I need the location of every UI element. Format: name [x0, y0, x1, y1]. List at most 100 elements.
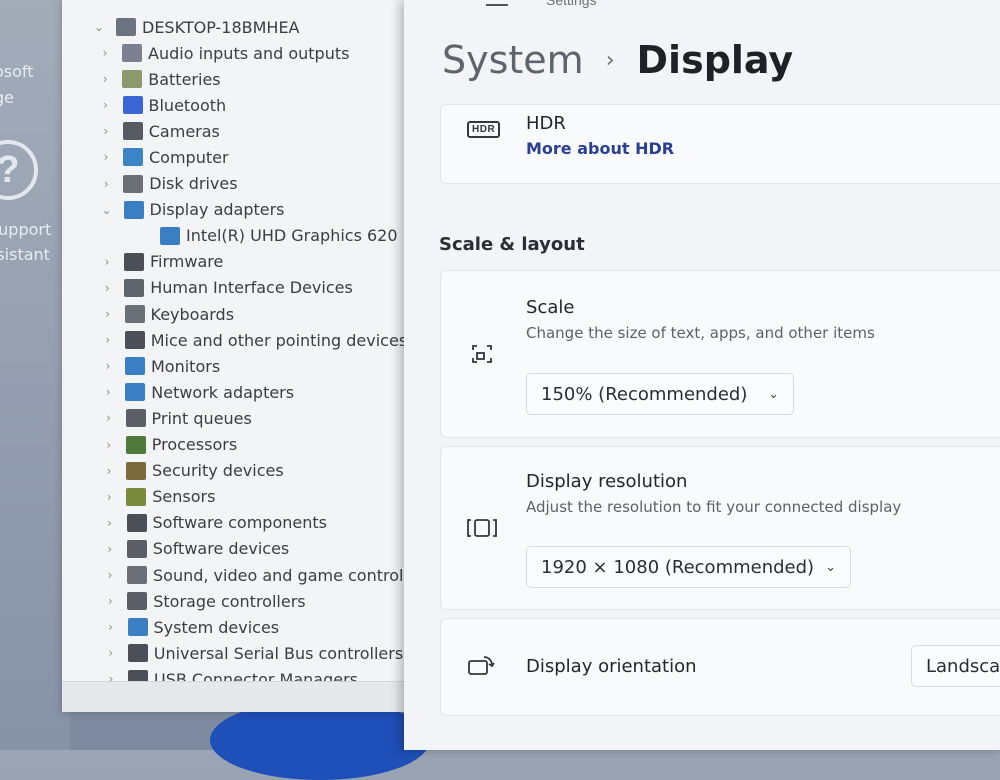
chevron-right-icon[interactable]: › [99, 177, 113, 191]
tree-category[interactable]: › Computer [99, 144, 229, 170]
tree-category[interactable]: › Bluetooth [99, 92, 226, 118]
scale-dropdown[interactable]: 150% (Recommended) ⌄ [526, 373, 794, 415]
tree-category[interactable]: › Sensors [102, 484, 216, 510]
resolution-dropdown[interactable]: 1920 × 1080 (Recommended) ⌄ [526, 546, 851, 588]
tree-category[interactable]: › System devices [104, 614, 280, 640]
tree-item-label: Intel(R) UHD Graphics 620 [186, 226, 398, 246]
storage-icon [127, 592, 148, 611]
battery-icon [122, 70, 143, 89]
tree-category[interactable]: › Firmware [100, 249, 224, 275]
chevron-right-icon: › [605, 47, 615, 73]
tree-category[interactable]: › Software devices [103, 536, 289, 562]
menu-icon[interactable] [486, 0, 508, 6]
chevron-right-icon[interactable]: › [99, 124, 113, 138]
orientation-card: Display orientation Landscape [440, 618, 1000, 716]
hdr-title: HDR [526, 113, 566, 134]
chevron-right-icon[interactable]: › [103, 568, 117, 582]
chevron-right-icon[interactable]: › [100, 281, 114, 295]
chevron-right-icon[interactable]: › [98, 46, 112, 60]
tree-item-label: Computer [149, 147, 229, 167]
tree-child-item[interactable]: Intel(R) UHD Graphics 620 [150, 223, 398, 249]
tree-root-computer[interactable]: ⌄ DESKTOP-18BMHEA [92, 14, 300, 40]
monitor-icon [123, 148, 143, 167]
chevron-right-icon[interactable]: › [101, 307, 115, 321]
orientation-dropdown-value: Landscape [926, 655, 1000, 677]
tree-item-label: Processors [151, 435, 238, 454]
tree-category[interactable]: › Software components [103, 510, 327, 536]
device-icon [126, 539, 147, 558]
chevron-right-icon[interactable]: › [104, 620, 118, 634]
tree-item-label: Monitors [151, 356, 221, 376]
chevron-down-icon: ⌄ [768, 386, 779, 402]
chevron-right-icon[interactable]: › [103, 516, 117, 530]
tree-category[interactable]: › Mice and other pointing devices [101, 327, 407, 353]
chevron-right-icon[interactable]: › [98, 72, 112, 86]
page-title: Display [636, 38, 794, 82]
tree-category[interactable]: › Keyboards [101, 301, 235, 327]
tree-item-label: Keyboards [150, 304, 235, 324]
scale-subtitle: Change the size of text, apps, and other… [526, 324, 875, 342]
tree-item-label: Human Interface Devices [150, 278, 353, 298]
tree-category[interactable]: › Cameras [99, 118, 220, 144]
tree-category[interactable]: › Network adapters [101, 379, 294, 405]
tree-item-label: Display adapters [149, 200, 285, 220]
display-adapter-icon [123, 200, 144, 219]
chevron-right-icon[interactable]: › [102, 464, 116, 478]
breadcrumb: System › Display [442, 38, 793, 82]
chevron-right-icon[interactable]: › [103, 542, 117, 556]
speaker-icon [127, 566, 147, 584]
chevron-right-icon[interactable]: › [102, 438, 116, 452]
tree-category[interactable]: › Disk drives [99, 171, 238, 197]
orientation-dropdown[interactable]: Landscape [911, 645, 1000, 687]
scale-dropdown-value: 150% (Recommended) [541, 383, 748, 405]
status-bar [62, 681, 422, 712]
chevron-right-icon[interactable]: › [102, 490, 116, 504]
tree-category[interactable]: › Audio inputs and outputs [98, 40, 350, 66]
tree-item-label: System devices [153, 617, 280, 637]
chevron-right-icon[interactable]: › [101, 359, 115, 373]
processor-icon [125, 435, 146, 454]
chevron-right-icon[interactable]: › [99, 98, 113, 112]
tree-item-label: Cameras [148, 121, 220, 141]
tree-category[interactable]: › Batteries [98, 66, 221, 92]
tree-item-label: Network adapters [151, 382, 295, 402]
keyboard-icon [124, 305, 145, 323]
chevron-down-icon[interactable]: ⌄ [100, 203, 114, 217]
hdr-card[interactable]: HDR HDR More about HDR [440, 104, 1000, 184]
display-adapter-icon [160, 226, 180, 245]
chevron-right-icon[interactable]: › [103, 594, 117, 608]
tree-category[interactable]: › Human Interface Devices [100, 275, 353, 301]
orientation-title: Display orientation [526, 656, 697, 677]
mouse-icon [124, 331, 145, 350]
tree-category[interactable]: › Sound, video and game controllers [103, 562, 433, 588]
monitor-icon [125, 357, 145, 376]
desktop-icon-label: osoft [0, 62, 34, 81]
tree-category[interactable]: › Storage controllers [103, 588, 306, 614]
chevron-right-icon[interactable]: › [101, 385, 115, 399]
scale-card: Scale Change the size of text, apps, and… [440, 270, 1000, 438]
tree-category[interactable]: › Print queues [102, 405, 252, 431]
tree-category[interactable]: › Security devices [102, 458, 284, 484]
tree-category[interactable]: › Monitors [101, 353, 221, 379]
breadcrumb-system[interactable]: System [442, 38, 584, 82]
tree-category[interactable]: ⌄ Display adapters [100, 197, 285, 223]
desktop-icon-label: ge [0, 88, 14, 107]
help-icon[interactable]: ? [0, 140, 38, 200]
chevron-right-icon[interactable]: › [101, 333, 115, 347]
tree-category[interactable]: › Processors [102, 432, 237, 458]
usb-icon [127, 644, 148, 663]
tree-item-label: Disk drives [149, 174, 238, 193]
chevron-right-icon[interactable]: › [102, 411, 116, 425]
chevron-right-icon[interactable]: › [100, 255, 114, 269]
chevron-right-icon[interactable]: › [104, 646, 118, 660]
more-about-hdr-link[interactable]: More about HDR [526, 139, 674, 158]
chevron-down-icon[interactable]: ⌄ [92, 20, 106, 34]
scale-title: Scale [526, 297, 575, 318]
bluetooth-icon [122, 96, 143, 115]
chevron-right-icon[interactable]: › [99, 150, 113, 164]
monitor-icon [127, 618, 148, 637]
resolution-card: Display resolution Adjust the resolution… [440, 446, 1000, 610]
tree-category[interactable]: › Universal Serial Bus controllers [104, 640, 403, 666]
tree-item-label: Batteries [148, 69, 221, 89]
tree-item-label: Print queues [151, 408, 252, 428]
